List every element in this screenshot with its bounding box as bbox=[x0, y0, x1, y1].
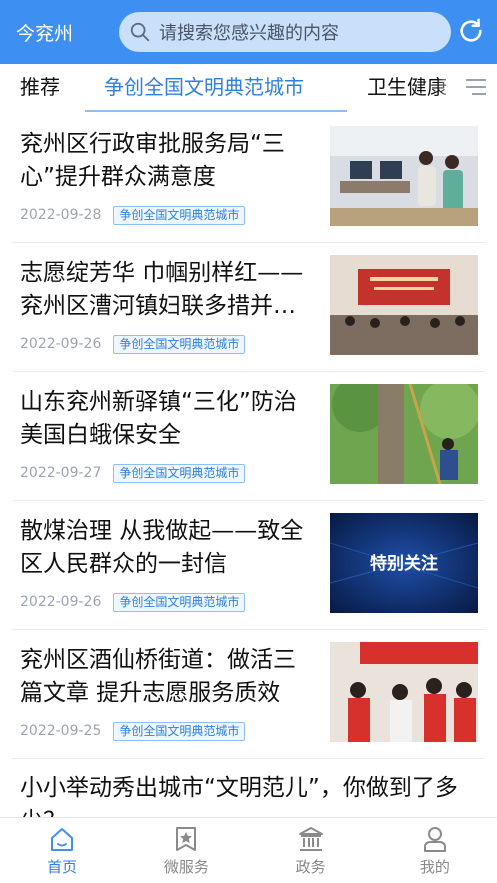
article-date: 2022-09-27 bbox=[20, 465, 102, 481]
tab-health[interactable]: 卫生健康 bbox=[367, 64, 447, 112]
article-thumbnail bbox=[330, 255, 478, 355]
home-icon bbox=[51, 828, 74, 851]
article-title-partial[interactable]: 小小举动秀出城市“文明范儿”，你做到了多少？ bbox=[20, 772, 490, 817]
city-name[interactable]: 今兖州 bbox=[0, 19, 100, 46]
article-title: 散煤治理 从我做起——致全区人民群众的一封信 bbox=[20, 518, 304, 577]
category-tabs: 推荐 争创全国文明典范城市 卫生健康 bbox=[0, 64, 497, 114]
list-item[interactable]: 兖州区酒仙桥街道：做活三篇文章 提升志愿服务质效 2022-09-25 争创全国… bbox=[0, 630, 497, 759]
article-title: 山东兖州新驿镇“三化”防治美国白蛾保安全 bbox=[20, 389, 297, 448]
article-date: 2022-09-28 bbox=[20, 207, 102, 223]
article-tag: 争创全国文明典范城市 bbox=[113, 205, 246, 225]
article-date: 2022-09-26 bbox=[20, 594, 102, 610]
list-item[interactable]: 散煤治理 从我做起——致全区人民群众的一封信 2022-09-26 争创全国文明… bbox=[0, 501, 497, 630]
nav-mine[interactable]: 我的 bbox=[373, 818, 497, 883]
active-tab-indicator bbox=[85, 110, 347, 112]
refresh-icon[interactable] bbox=[457, 17, 485, 45]
article-title: 兖州区酒仙桥街道：做活三篇文章 提升志愿服务质效 bbox=[20, 647, 296, 706]
user-icon bbox=[423, 827, 446, 852]
government-building-icon bbox=[298, 827, 323, 851]
article-thumbnail bbox=[330, 384, 478, 484]
article-thumbnail: 特别关注 bbox=[330, 513, 478, 613]
article-thumbnail bbox=[330, 126, 478, 226]
nav-home[interactable]: 首页 bbox=[0, 818, 124, 883]
star-bookmark-icon bbox=[176, 827, 197, 851]
search-placeholder: 请搜索您感兴趣的内容 bbox=[159, 23, 339, 44]
tab-civilized-city[interactable]: 争创全国文明典范城市 bbox=[104, 64, 304, 112]
nav-government[interactable]: 政务 bbox=[249, 818, 373, 883]
nav-mine-label: 我的 bbox=[419, 858, 450, 876]
tab-recommend[interactable]: 推荐 bbox=[20, 64, 60, 112]
search-bar[interactable]: 请搜索您感兴趣的内容 bbox=[119, 12, 451, 52]
article-thumbnail bbox=[330, 642, 478, 742]
article-list: 兖州区行政审批服务局“三心”提升群众满意度 2022-09-28 争创全国文明典… bbox=[0, 114, 497, 817]
thumbnail-caption: 特别关注 bbox=[370, 553, 438, 574]
article-tag: 争创全国文明典范城市 bbox=[113, 334, 246, 354]
search-icon bbox=[130, 22, 150, 42]
list-item[interactable]: 志愿绽芳华 巾帼别样红——兖州区漕河镇妇联多措并… 2022-09-26 争创全… bbox=[0, 243, 497, 372]
bottom-nav: 首页 微服务 政务 我的 bbox=[0, 817, 497, 883]
top-bar: 今兖州 请搜索您感兴趣的内容 bbox=[0, 0, 497, 64]
article-title: 兖州区行政审批服务局“三心”提升群众满意度 bbox=[20, 131, 285, 190]
article-date: 2022-09-25 bbox=[20, 723, 102, 739]
article-tag: 争创全国文明典范城市 bbox=[113, 592, 246, 612]
article-title: 志愿绽芳华 巾帼别样红——兖州区漕河镇妇联多措并… bbox=[20, 260, 304, 319]
nav-government-label: 政务 bbox=[295, 858, 326, 876]
nav-home-label: 首页 bbox=[47, 858, 78, 876]
nav-micro-service-label: 微服务 bbox=[163, 858, 209, 876]
list-item[interactable]: 山东兖州新驿镇“三化”防治美国白蛾保安全 2022-09-27 争创全国文明典范… bbox=[0, 372, 497, 501]
article-tag: 争创全国文明典范城市 bbox=[113, 463, 246, 483]
menu-icon[interactable] bbox=[463, 76, 487, 98]
nav-micro-service[interactable]: 微服务 bbox=[124, 818, 248, 883]
article-date: 2022-09-26 bbox=[20, 336, 102, 352]
article-tag: 争创全国文明典范城市 bbox=[113, 721, 246, 741]
list-item[interactable]: 兖州区行政审批服务局“三心”提升群众满意度 2022-09-28 争创全国文明典… bbox=[0, 114, 497, 243]
